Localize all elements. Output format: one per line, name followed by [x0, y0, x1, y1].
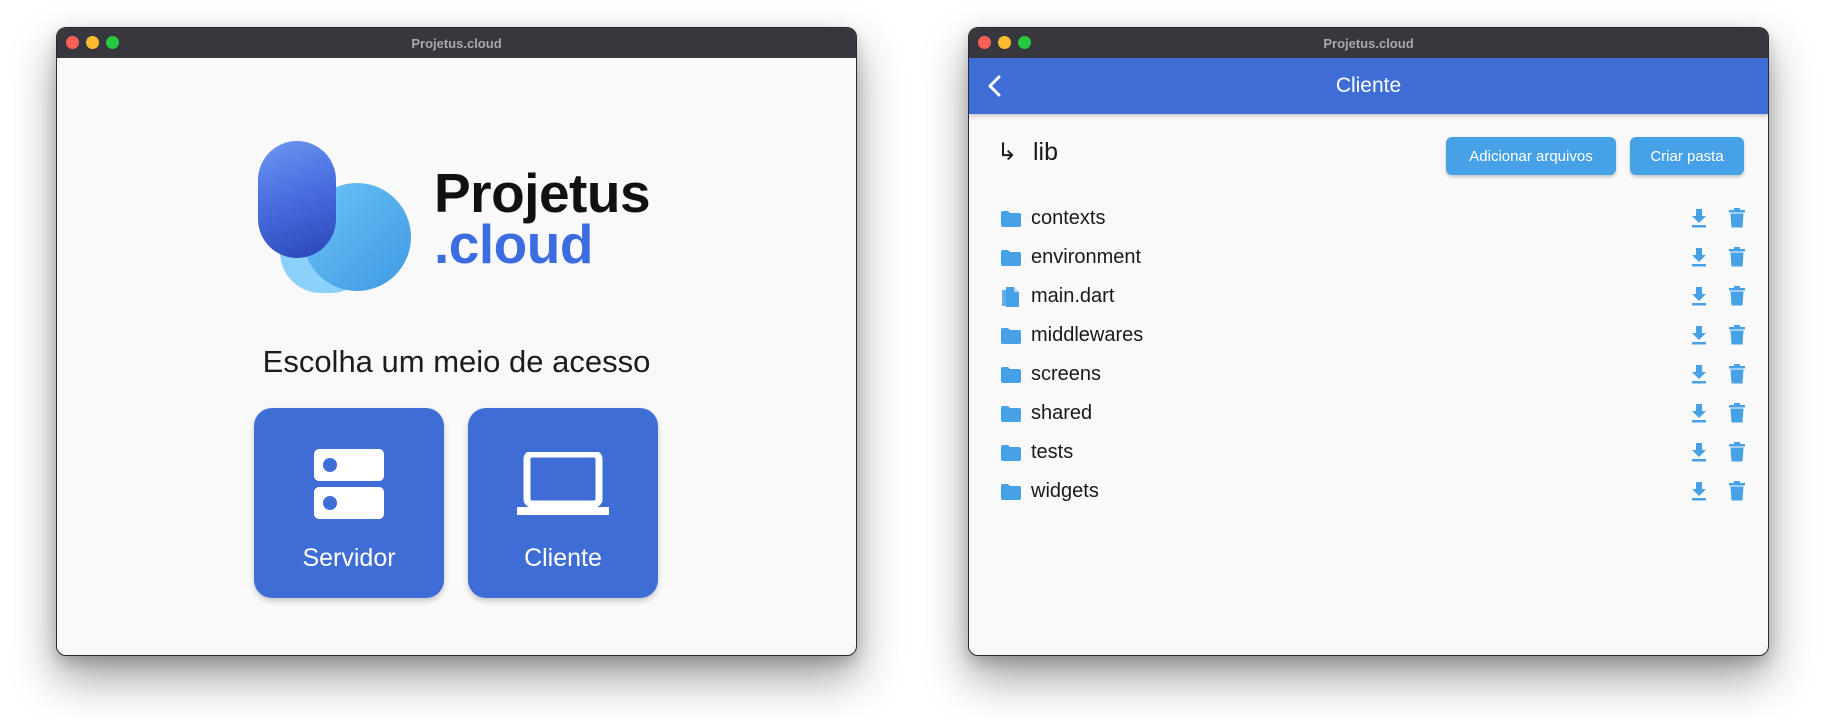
row-actions — [1687, 284, 1749, 308]
breadcrumb: ↳ lib — [997, 138, 1058, 167]
folder-icon — [999, 246, 1023, 270]
download-icon[interactable] — [1687, 440, 1711, 464]
download-icon[interactable] — [1687, 401, 1711, 425]
trash-icon[interactable] — [1725, 284, 1749, 308]
file-name: screens — [1031, 363, 1102, 385]
file-name: tests — [1031, 441, 1074, 463]
list-item[interactable]: main.dart — [999, 277, 1749, 316]
list-item[interactable]: tests — [999, 433, 1749, 472]
maximize-window-button[interactable] — [106, 36, 119, 49]
logo-wordmark: Projetus .cloud — [434, 166, 651, 275]
file-name: environment — [1031, 246, 1142, 268]
window-titlebar[interactable]: Projetus.cloud — [57, 28, 856, 58]
row-actions — [1687, 323, 1749, 347]
cliente-button[interactable]: Cliente — [468, 408, 658, 598]
file-icon — [999, 285, 1023, 309]
row-actions — [1687, 206, 1749, 230]
row-actions — [1687, 245, 1749, 269]
file-name: middlewares — [1031, 324, 1144, 346]
row-actions — [1687, 401, 1749, 425]
folder-icon — [999, 324, 1023, 348]
page-title: Cliente — [1335, 74, 1402, 97]
file-name: widgets — [1031, 480, 1099, 502]
trash-icon[interactable] — [1725, 401, 1749, 425]
subdirectory-arrow-icon: ↳ — [997, 139, 1018, 166]
window-controls — [66, 36, 119, 49]
home-window: Projetus.cloud Projetus .cloud Escolha u… — [56, 27, 857, 656]
window-title: Projetus.cloud — [411, 35, 502, 51]
folder-icon — [999, 363, 1023, 387]
list-item[interactable]: shared — [999, 394, 1749, 433]
minimize-window-button[interactable] — [86, 36, 99, 49]
row-actions — [1687, 479, 1749, 503]
list-item[interactable]: middlewares — [999, 316, 1749, 355]
servidor-button[interactable]: Servidor — [254, 408, 444, 598]
create-folder-button[interactable]: Criar pasta — [1630, 137, 1744, 175]
file-name: contexts — [1031, 207, 1106, 229]
minimize-window-button[interactable] — [998, 36, 1011, 49]
list-item[interactable]: widgets — [999, 472, 1749, 511]
list-item[interactable]: screens — [999, 355, 1749, 394]
window-controls — [978, 36, 1031, 49]
folder-icon — [999, 207, 1023, 231]
cliente-label: Cliente — [524, 544, 602, 572]
file-name: main.dart — [1031, 285, 1115, 307]
window-titlebar[interactable]: Projetus.cloud — [969, 28, 1768, 58]
servidor-label: Servidor — [302, 544, 396, 572]
download-icon[interactable] — [1687, 206, 1711, 230]
trash-icon[interactable] — [1725, 245, 1749, 269]
app-logo: Projetus .cloud — [258, 141, 658, 296]
row-actions — [1687, 362, 1749, 386]
folder-icon — [999, 441, 1023, 465]
client-window: Projetus.cloud Cliente ↳ lib Adicionar a… — [968, 27, 1769, 656]
server-icon — [314, 446, 384, 522]
trash-icon[interactable] — [1725, 362, 1749, 386]
window-title: Projetus.cloud — [1323, 35, 1414, 51]
trash-icon[interactable] — [1725, 206, 1749, 230]
download-icon[interactable] — [1687, 284, 1711, 308]
close-window-button[interactable] — [66, 36, 79, 49]
file-name: shared — [1031, 402, 1093, 424]
access-prompt: Escolha um meio de acesso — [262, 344, 651, 379]
file-list: contexts environment main.dart middlewares s… — [999, 199, 1749, 511]
row-actions — [1687, 440, 1749, 464]
current-folder-name: lib — [1033, 138, 1059, 166]
folder-icon — [999, 402, 1023, 426]
app-bar: Cliente — [969, 58, 1768, 114]
logo-word-cloud: .cloud — [434, 213, 593, 275]
trash-icon[interactable] — [1725, 323, 1749, 347]
maximize-window-button[interactable] — [1018, 36, 1031, 49]
download-icon[interactable] — [1687, 245, 1711, 269]
list-item[interactable]: contexts — [999, 199, 1749, 238]
download-icon[interactable] — [1687, 362, 1711, 386]
back-button[interactable] — [981, 72, 1009, 100]
folder-icon — [999, 480, 1023, 504]
trash-icon[interactable] — [1725, 479, 1749, 503]
add-files-button[interactable]: Adicionar arquivos — [1446, 137, 1616, 175]
download-icon[interactable] — [1687, 479, 1711, 503]
trash-icon[interactable] — [1725, 440, 1749, 464]
logo-mark-part — [258, 141, 336, 258]
chevron-left-icon — [988, 75, 1001, 97]
close-window-button[interactable] — [978, 36, 991, 49]
list-item[interactable]: environment — [999, 238, 1749, 277]
laptop-icon — [517, 446, 609, 522]
download-icon[interactable] — [1687, 323, 1711, 347]
